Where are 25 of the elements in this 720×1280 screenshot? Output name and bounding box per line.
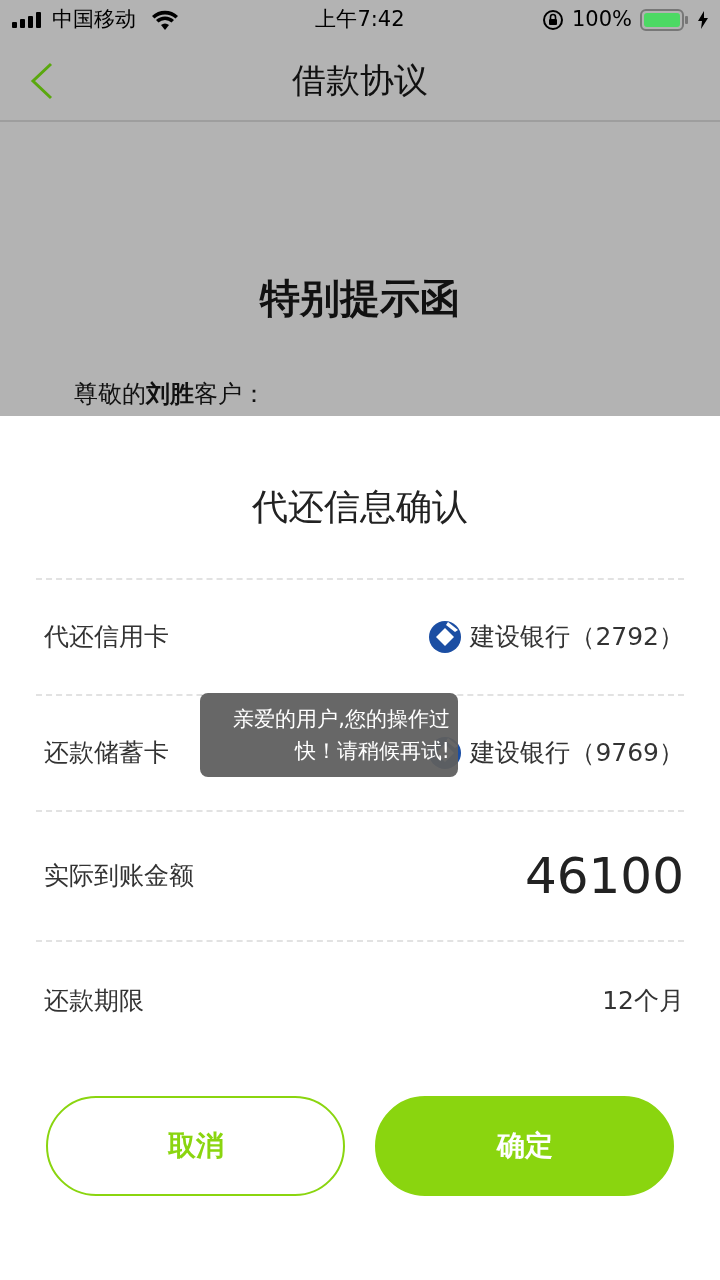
confirm-button[interactable]: 确定 xyxy=(375,1096,674,1196)
document-heading: 特别提示函 xyxy=(258,274,461,323)
battery-icon xyxy=(640,9,690,31)
page-title: 借款协议 xyxy=(292,58,428,102)
toast-message: 亲爱的用户,您的操作过快！请稍候再试! xyxy=(200,693,458,777)
battery-percent: 100% xyxy=(571,6,632,34)
cancel-button[interactable]: 取消 xyxy=(46,1096,345,1196)
row-label: 实际到账金额 xyxy=(44,860,194,893)
row-value: 12个月 xyxy=(602,985,684,1018)
bank-card-value: 建设银行（9769） xyxy=(470,737,684,770)
row-label: 还款储蓄卡 xyxy=(44,737,169,770)
amount-value: 46100 xyxy=(524,845,684,907)
clock-time: 上午7:42 xyxy=(314,6,406,34)
charging-icon xyxy=(698,11,708,29)
sheet-title: 代还信息确认 xyxy=(251,485,469,529)
rotation-lock-icon xyxy=(541,9,564,31)
bank-card-value: 建设银行（2792） xyxy=(470,621,684,654)
row-label: 还款期限 xyxy=(44,985,144,1018)
carrier-name: 中国移动 xyxy=(52,6,136,34)
wifi-icon xyxy=(152,10,178,30)
signal-icon xyxy=(12,12,44,28)
greeting-text: 尊敬的刘胜客户： xyxy=(74,380,266,408)
bank-logo-icon xyxy=(428,620,463,654)
back-icon[interactable] xyxy=(30,62,54,100)
row-label: 代还信用卡 xyxy=(44,621,169,654)
